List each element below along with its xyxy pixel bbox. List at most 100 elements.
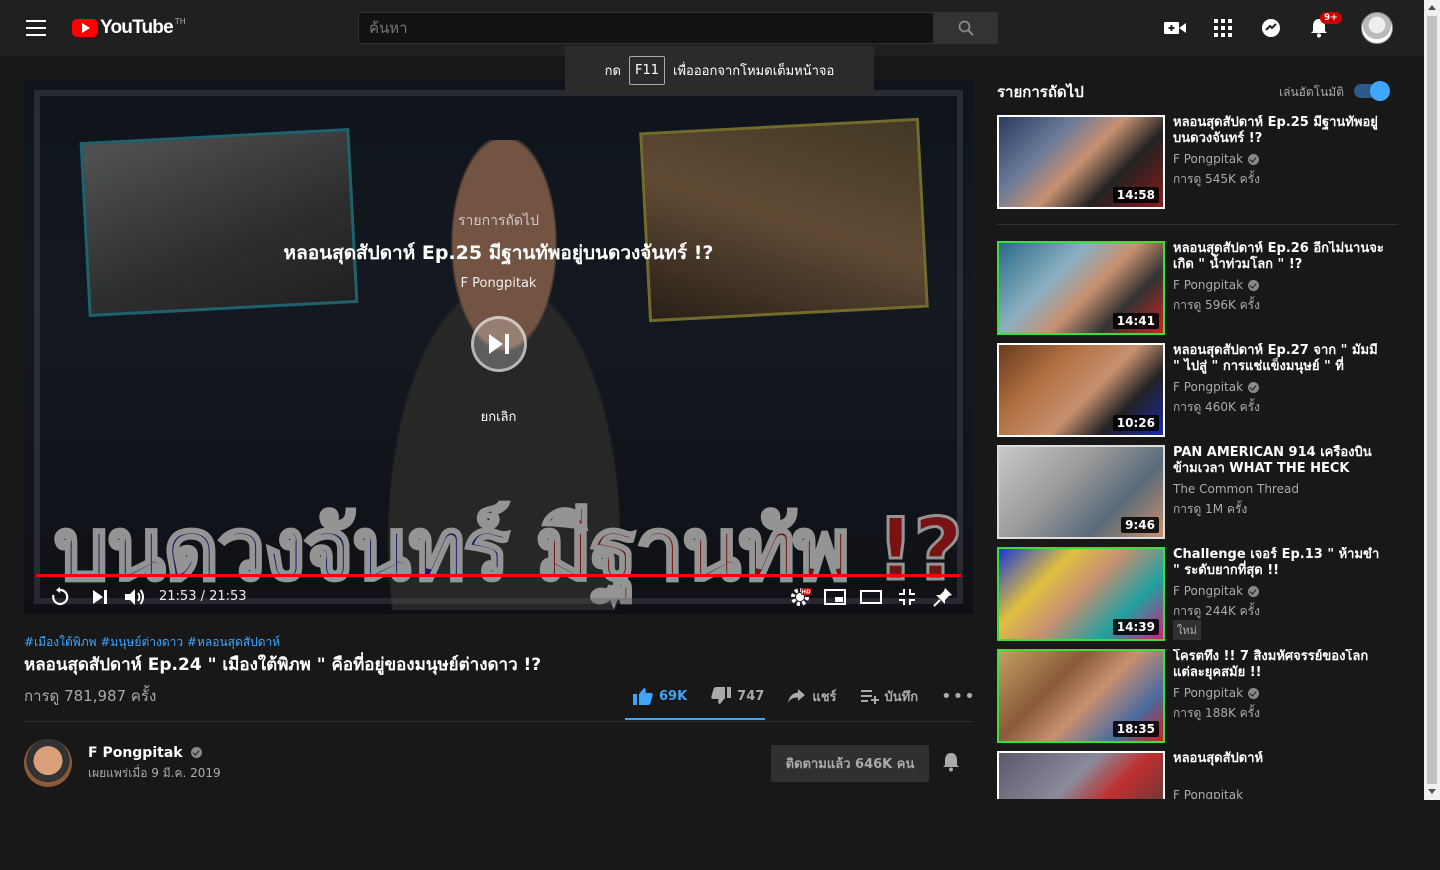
related-video-card[interactable]: 14:58 หลอนสุดสัปดาห์ Ep.25 มีฐานทัพอยู่บน…	[997, 115, 1407, 211]
related-video-views: การดู 596K ครั้ง	[1173, 298, 1260, 312]
share-button[interactable]: แชร์	[788, 686, 837, 707]
add-to-playlist-icon	[860, 690, 879, 704]
video-hashtags[interactable]: #เมืองใต้พิภพ #มนุษย์ต่างดาว #หลอนสุดสัป…	[24, 633, 280, 652]
video-thumbnail[interactable]: 18:35	[997, 649, 1165, 743]
pin-icon[interactable]	[931, 585, 955, 609]
settings-gear-icon[interactable]: HD	[788, 585, 812, 609]
thumbs-down-icon	[711, 687, 732, 704]
dislike-count: 747	[737, 688, 765, 704]
related-video-channel-name: F Pongpitak	[1173, 152, 1244, 166]
related-video-title[interactable]: โครตทึ่ง !! 7 สิ่งมหัศจรรย์ของโลกแต่ละยุ…	[1173, 649, 1385, 681]
related-video-channel[interactable]: F Pongpitak	[1173, 278, 1260, 292]
subscribed-button[interactable]: ติดตามแล้ว 646K คน	[771, 745, 929, 782]
video-title: หลอนสุดสัปดาห์ Ep.24 " เมืองใต้พิภพ " คื…	[24, 655, 542, 675]
related-video-channel-name: F Pongpitak	[1173, 788, 1244, 799]
video-duration: 9:46	[1121, 517, 1159, 533]
logo-region: TH	[174, 16, 186, 26]
miniplayer-icon[interactable]	[823, 585, 847, 609]
video-thumbnail[interactable]: 14:58	[997, 115, 1165, 209]
autoplay-toggle-knob[interactable]	[1370, 81, 1390, 101]
search-input[interactable]	[359, 13, 933, 43]
video-thumbnail[interactable]: 9:46	[997, 445, 1165, 539]
video-duration: 14:39	[1112, 619, 1159, 635]
upnext-label: รายการถัดไป	[458, 213, 539, 229]
related-video-title[interactable]: หลอนสุดสัปดาห์ Ep.26 อีกไม่นานจะเกิด " น…	[1173, 241, 1385, 273]
related-video-title[interactable]: หลอนสุดสัปดาห์ Ep.25 มีฐานทัพอยู่บนดวงจั…	[1173, 115, 1385, 147]
video-thumbnail[interactable]: 14:39	[997, 547, 1165, 641]
video-player[interactable]: บนดวงจันทร์ มีฐานทัพ !? รายการถัดไป หลอน…	[24, 80, 973, 614]
related-video-card[interactable]: 10:26 หลอนสุดสัปดาห์ Ep.27 จาก " มัมมี่ "…	[997, 343, 1407, 439]
page-footer-area	[0, 800, 1440, 870]
related-video-card[interactable]: 14:39 Challenge เจอร์ Ep.13 " ห้ามขำ " ระ…	[997, 547, 1407, 643]
video-duration: 14:41	[1112, 313, 1159, 329]
related-video-channel[interactable]: F Pongpitak	[1173, 380, 1260, 394]
like-count: 69K	[659, 688, 688, 704]
video-thumbnail[interactable]: 10:26	[997, 343, 1165, 437]
channel-avatar[interactable]	[24, 739, 72, 787]
related-video-card[interactable]: 38หลอนสุดสัปดาห์F Pongpitakอัปเดตแล้วเมื…	[997, 751, 1407, 799]
related-video-channel-name: F Pongpitak	[1173, 686, 1244, 700]
related-video-title[interactable]: Challenge เจอร์ Ep.13 " ห้ามขำ " ระดับยา…	[1173, 547, 1385, 579]
related-video-channel-name: The Common Thread	[1173, 482, 1299, 496]
channel-name[interactable]: F Pongpitak	[88, 745, 203, 761]
scrollbar-thumb[interactable]	[1427, 16, 1437, 784]
logo-text: YouTube	[100, 17, 174, 38]
next-video-icon[interactable]	[88, 585, 112, 609]
divider	[24, 721, 973, 722]
save-button[interactable]: บันทึก	[860, 686, 919, 707]
video-thumbnail[interactable]: 14:41	[997, 241, 1165, 335]
related-video-channel[interactable]: The Common Thread	[1173, 482, 1299, 496]
related-video-card[interactable]: 9:46 PAN AMERICAN 914 เครื่องบินข้ามเวลา …	[997, 445, 1407, 541]
fullscreen-exit-notice: กด F11 เพื่อออกจากโหมดเต็มหน้าจอ	[565, 46, 874, 94]
volume-icon[interactable]	[123, 585, 147, 609]
video-thumbnail[interactable]: 38	[997, 751, 1165, 799]
search-button[interactable]	[933, 12, 998, 44]
verified-icon	[1248, 279, 1260, 291]
upnext-title[interactable]: หลอนสุดสัปดาห์ Ep.25 มีฐานทัพอยู่บนดวงจั…	[24, 238, 973, 268]
time-display: 21:53 / 21:53	[159, 589, 247, 604]
publish-date: เผยแพร่เมื่อ 9 มี.ค. 2019	[88, 766, 221, 780]
fullscreen-exit-icon[interactable]	[895, 585, 919, 609]
related-video-title[interactable]: หลอนสุดสัปดาห์ Ep.27 จาก " มัมมี่ " ไปสู…	[1173, 343, 1385, 375]
dislike-button[interactable]: 747	[711, 687, 764, 705]
related-video-channel[interactable]: F Pongpitak	[1173, 788, 1243, 799]
view-count: การดู 781,987 ครั้ง	[24, 687, 157, 705]
save-label: บันทึก	[884, 689, 919, 705]
upnext-cancel-button[interactable]: ยกเลิก	[24, 406, 973, 427]
autoplay-label: เล่นอัตโนมัติ	[1279, 85, 1345, 99]
fullscreen-notice-suffix: เพื่อออกจากโหมดเต็มหน้าจอ	[673, 63, 835, 79]
related-video-card[interactable]: 14:41 หลอนสุดสัปดาห์ Ep.26 อีกไม่นานจะเกิ…	[997, 241, 1407, 337]
account-avatar[interactable]	[1361, 12, 1393, 44]
apps-grid-icon[interactable]	[1211, 16, 1235, 40]
more-actions-icon[interactable]: •••	[941, 686, 976, 707]
related-video-views: การดู 188K ครั้ง	[1173, 706, 1260, 720]
scroll-up-arrow-icon[interactable]	[1428, 5, 1436, 10]
related-video-title[interactable]: หลอนสุดสัปดาห์	[1173, 751, 1385, 767]
youtube-logo[interactable]: YouTube TH	[72, 17, 186, 39]
video-duration: 18:35	[1112, 721, 1159, 737]
theater-mode-icon[interactable]	[859, 585, 883, 609]
related-video-channel-name: F Pongpitak	[1173, 278, 1244, 292]
related-video-card[interactable]: 18:35 โครตทึ่ง !! 7 สิ่งมหัศจรรย์ของโลกแต…	[997, 649, 1407, 745]
related-video-channel[interactable]: F Pongpitak	[1173, 584, 1260, 598]
like-dislike-ratio-bar	[625, 718, 765, 720]
like-button[interactable]: 69K	[633, 687, 687, 705]
related-video-channel[interactable]: F Pongpitak	[1173, 152, 1260, 166]
related-video-channel[interactable]: F Pongpitak	[1173, 686, 1260, 700]
messages-icon[interactable]	[1259, 16, 1283, 40]
upnext-play-button[interactable]	[471, 316, 527, 372]
progress-bar[interactable]	[36, 574, 961, 577]
scroll-down-arrow-icon[interactable]	[1428, 789, 1436, 794]
verified-icon	[1248, 381, 1260, 393]
related-video-title[interactable]: PAN AMERICAN 914 เครื่องบินข้ามเวลา WHAT…	[1173, 445, 1385, 477]
notification-bell-icon[interactable]	[942, 752, 960, 776]
related-video-channel-name: F Pongpitak	[1173, 584, 1244, 598]
svg-text:HD: HD	[801, 590, 811, 596]
replay-icon[interactable]	[48, 585, 72, 609]
channel-name-text: F Pongpitak	[88, 745, 183, 761]
share-icon	[788, 689, 806, 703]
create-video-icon[interactable]	[1163, 16, 1187, 40]
related-video-views: การดู 460K ครั้ง	[1173, 400, 1260, 414]
menu-icon[interactable]	[26, 20, 46, 36]
video-actions: 69K 747 แชร์ บันทึก	[625, 684, 942, 708]
